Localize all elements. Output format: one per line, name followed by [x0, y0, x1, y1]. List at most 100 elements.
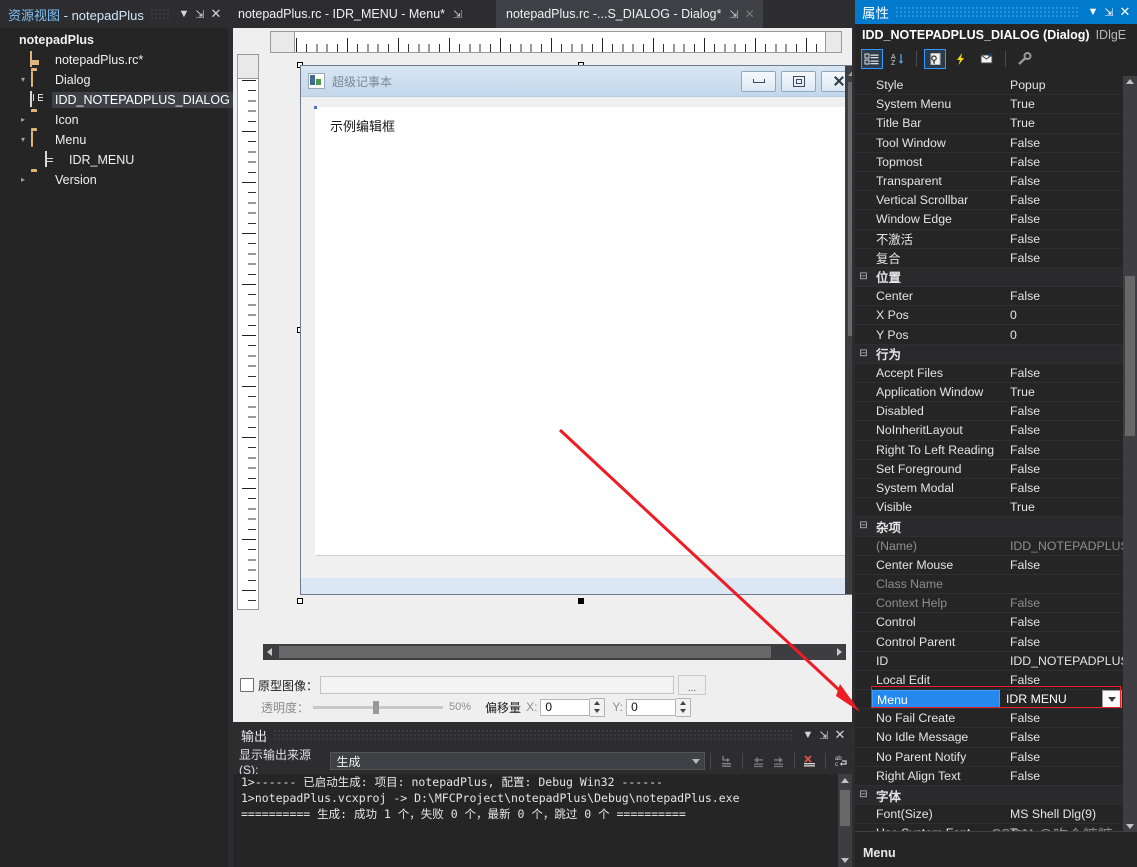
property-dropdown-button[interactable] — [1102, 690, 1122, 709]
property-value[interactable]: False — [1004, 558, 1123, 572]
minimize-button[interactable] — [741, 70, 776, 92]
property-row[interactable]: Class Name — [855, 575, 1123, 595]
jump-to-message-icon[interactable] — [716, 751, 737, 771]
scroll-up-arrow-icon[interactable] — [848, 70, 852, 76]
expander-icon[interactable]: ▾ — [16, 70, 30, 90]
property-row[interactable]: Menu IDR MENU — [855, 690, 1123, 710]
offset-x-spin-buttons[interactable] — [590, 697, 606, 717]
property-value[interactable]: False — [1004, 289, 1123, 303]
property-value[interactable]: IDR MENU — [1000, 692, 1102, 706]
chevron-down-icon[interactable]: ▼ — [176, 5, 192, 23]
property-value[interactable]: False — [1004, 769, 1123, 783]
chevron-down-icon[interactable]: ▼ — [800, 726, 816, 744]
events-icon[interactable] — [950, 49, 972, 69]
property-value[interactable]: False — [1004, 711, 1123, 725]
properties-icon[interactable] — [924, 49, 946, 69]
close-icon[interactable]: ✕ — [208, 5, 224, 23]
toggle-word-wrap-icon[interactable]: ab c — [831, 751, 852, 771]
property-value[interactable]: False — [1004, 730, 1123, 744]
designer-horizontal-scrollbar[interactable] — [263, 644, 846, 660]
property-value[interactable]: False — [1004, 155, 1123, 169]
spin-down-icon[interactable] — [594, 709, 601, 714]
property-pages-icon[interactable] — [1013, 49, 1035, 69]
property-value[interactable]: False — [1004, 366, 1123, 380]
pin-icon[interactable]: ⇲ — [453, 8, 462, 21]
property-row[interactable]: Center False — [855, 287, 1123, 307]
expander-icon[interactable]: ▾ — [16, 130, 30, 150]
property-row[interactable]: No Idle Message False — [855, 728, 1123, 748]
scroll-left-arrow-icon[interactable] — [267, 648, 272, 656]
property-row[interactable]: ID IDD_NOTEPADPLUS_I — [855, 652, 1123, 671]
property-row[interactable]: Transparent False — [855, 172, 1123, 192]
property-row[interactable]: Local Edit False — [855, 671, 1123, 690]
prototype-image-checkbox[interactable] — [240, 678, 254, 692]
properties-vertical-scrollbar[interactable] — [1123, 76, 1137, 832]
chevron-down-icon[interactable] — [692, 758, 701, 764]
scroll-right-arrow-icon[interactable] — [837, 648, 842, 656]
collapse-icon[interactable]: ⊟ — [855, 345, 872, 363]
property-row[interactable]: Y Pos 0 — [855, 325, 1123, 345]
scrollbar-thumb[interactable] — [1125, 276, 1135, 436]
property-row[interactable]: Context Help False — [855, 594, 1123, 614]
property-value[interactable]: IDD_NOTEPADPLUS_I — [1004, 654, 1123, 668]
property-value[interactable]: False — [1004, 462, 1123, 476]
pin-icon[interactable]: ⇲ — [192, 5, 208, 23]
pin-icon[interactable]: ⇲ — [1101, 6, 1117, 19]
property-row[interactable]: Font(Size) MS Shell Dlg(9) — [855, 805, 1123, 825]
scrollbar-thumb[interactable] — [279, 646, 771, 658]
property-value[interactable]: False — [1004, 615, 1123, 629]
property-value[interactable]: True — [1004, 116, 1123, 130]
property-row[interactable]: (Name) IDD_NOTEPADPLUS_I — [855, 537, 1123, 556]
tab-dialog-editor[interactable]: notepadPlus.rc -...S_DIALOG - Dialog* ⇲ … — [496, 0, 763, 28]
prototype-image-path-input[interactable] — [320, 676, 675, 694]
property-row[interactable]: Vertical Scrollbar False — [855, 191, 1123, 211]
property-value[interactable]: False — [1004, 423, 1123, 437]
tree-item-notepadplus-rc[interactable]: notepadPlus.rc* — [0, 50, 228, 70]
property-value[interactable]: False — [1004, 212, 1123, 226]
edit-control-preview[interactable]: 示例编辑框 — [314, 106, 850, 556]
resize-handle-bm[interactable] — [578, 598, 584, 604]
property-value[interactable]: MS Shell Dlg(9) — [1004, 807, 1123, 821]
offset-y-spin-buttons[interactable] — [676, 697, 692, 717]
tree-item-idd-notepadplus-dialog[interactable]: IDD_NOTEPADPLUS_DIALOG — [0, 90, 233, 110]
resource-tree[interactable]: notepadPlus notepadPlus.rc* ▾ Dialog IDD_NOT… — [0, 28, 233, 190]
tree-item-idr-menu[interactable]: IDR_MENU — [0, 150, 228, 170]
property-row[interactable]: Disabled False — [855, 402, 1123, 422]
property-row[interactable]: Style Popup — [855, 76, 1123, 96]
expander-icon[interactable]: ▸ — [16, 170, 30, 190]
collapse-icon[interactable]: ⊟ — [855, 268, 872, 286]
offset-x-stepper[interactable]: 0 — [540, 697, 606, 717]
alphabetical-icon[interactable]: AZ — [887, 49, 909, 69]
property-value[interactable]: False — [1004, 443, 1123, 457]
property-row[interactable]: Tool Window False — [855, 134, 1123, 153]
property-value[interactable]: False — [1004, 404, 1123, 418]
property-row[interactable]: Set Foreground False — [855, 460, 1123, 479]
property-value[interactable]: False — [1004, 481, 1123, 495]
property-value[interactable]: True — [1004, 385, 1123, 399]
pin-icon[interactable]: ⇲ — [816, 726, 832, 744]
spin-down-icon[interactable] — [680, 709, 687, 714]
property-value[interactable]: False — [1004, 596, 1123, 610]
spin-up-icon[interactable] — [594, 700, 601, 705]
next-message-icon[interactable] — [768, 751, 789, 771]
property-row[interactable]: Window Edge False — [855, 210, 1123, 230]
property-value[interactable]: True — [1004, 500, 1123, 514]
property-value[interactable]: False — [1004, 136, 1123, 150]
property-value[interactable]: True — [1004, 97, 1123, 111]
property-value[interactable]: False — [1004, 750, 1123, 764]
property-value[interactable]: False — [1004, 673, 1123, 687]
dialog-vertical-scrollbar[interactable] — [845, 66, 852, 594]
design-canvas[interactable]: 超级记事本 示例编辑框 — [263, 56, 852, 666]
properties-grid[interactable]: Style Popup System Menu True Title Bar True To… — [855, 76, 1123, 832]
dialog-designer-surface[interactable]: 超级记事本 示例编辑框 — [233, 28, 852, 674]
property-row[interactable]: Right Align Text False — [855, 767, 1123, 786]
property-value[interactable]: False — [1004, 174, 1123, 188]
property-row[interactable]: Visible True — [855, 498, 1123, 518]
pin-icon[interactable]: ⇲ — [729, 8, 738, 21]
dialog-preview[interactable]: 超级记事本 示例编辑框 — [300, 65, 852, 595]
property-row[interactable]: Topmost False — [855, 153, 1123, 172]
expander-icon[interactable]: ▸ — [16, 110, 30, 130]
scroll-up-arrow-icon[interactable] — [841, 778, 849, 783]
property-row[interactable]: Title Bar True — [855, 114, 1123, 134]
output-text-area[interactable]: 1>------ 已启动生成: 项目: notepadPlus, 配置: Deb… — [233, 774, 852, 867]
